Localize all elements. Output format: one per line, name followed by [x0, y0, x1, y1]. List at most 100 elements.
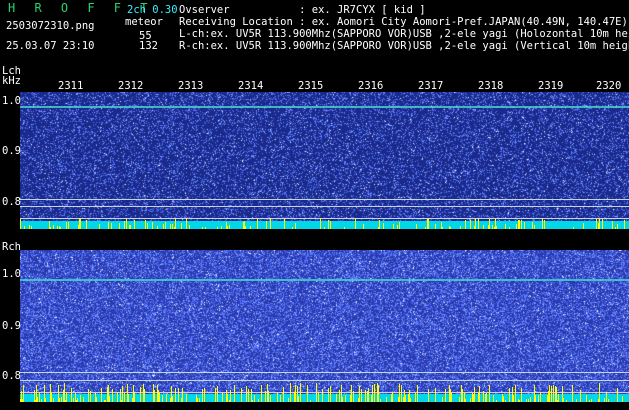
meteor-bar — [268, 391, 269, 402]
meteor-bar — [217, 396, 218, 402]
meteor-bar — [583, 223, 584, 229]
meteor-bar — [147, 223, 148, 229]
meteor-bar — [416, 224, 417, 229]
meteor-bar — [576, 399, 577, 402]
meteor-bar — [222, 393, 223, 402]
meteor-bar — [221, 226, 222, 229]
meteor-bar — [49, 221, 50, 229]
meteor-bar — [435, 224, 436, 229]
meteor-bar — [68, 222, 69, 229]
meteor-bar — [516, 224, 517, 229]
meteor-bar — [172, 396, 173, 402]
meteor-bar — [548, 391, 549, 402]
y-tick: 0.9 — [2, 320, 21, 332]
meteor-bar — [140, 396, 141, 402]
meteor-bar — [45, 398, 46, 402]
meteor-bar — [598, 223, 599, 229]
x-tick: 2312 — [118, 80, 144, 92]
meteor-bar — [117, 392, 118, 402]
meteor-bar — [328, 388, 329, 402]
meteor-bar — [310, 400, 311, 402]
meteor-bar — [266, 221, 267, 229]
meteor-bar — [170, 398, 171, 402]
meteor-bar — [549, 385, 550, 402]
meteor-bar — [505, 400, 506, 402]
meteor-bar — [624, 220, 625, 229]
meteor-bar — [617, 388, 618, 402]
y-tick: 0.8 — [2, 370, 21, 382]
meteor-bar — [489, 219, 490, 229]
meteor-bar — [227, 394, 228, 402]
meteor-bar — [128, 394, 129, 402]
meteor-bar — [23, 385, 24, 402]
rch-label: Rch — [2, 241, 21, 253]
meteor-bar — [261, 385, 262, 402]
meteor-bar — [538, 395, 539, 402]
meteor-bar — [405, 395, 406, 402]
meteor-bar — [336, 394, 337, 402]
meteor-bar — [377, 388, 378, 402]
meteor-bar — [596, 219, 597, 229]
meteor-bar — [428, 218, 429, 229]
meteor-bar — [363, 224, 364, 229]
meteor-bar — [165, 222, 166, 229]
meteor-bar — [307, 385, 308, 402]
meteor-bar — [37, 397, 38, 402]
meteor-bar — [186, 225, 187, 229]
meteor-bar — [606, 392, 607, 402]
meteor-bar — [435, 395, 436, 402]
meteor-bar — [465, 399, 466, 402]
meteor-bar — [345, 395, 346, 402]
meteor-bar — [542, 218, 543, 229]
meteor-bar — [378, 385, 379, 402]
meteor-bar — [604, 400, 605, 402]
meteor-bar — [175, 388, 176, 402]
meteor-bar — [451, 393, 452, 402]
meteor-bar — [109, 396, 110, 402]
meteor-bar — [24, 226, 25, 229]
meteor-bar — [124, 393, 125, 402]
meteor-bar — [295, 223, 296, 229]
meteor-bar — [175, 218, 176, 229]
meteor-bar — [562, 386, 563, 402]
meteor-bar — [403, 397, 404, 402]
meteor-bar — [519, 220, 520, 229]
meteor-bar — [509, 227, 510, 229]
meteor-bar — [518, 220, 519, 229]
meteor-bar — [108, 222, 109, 229]
meteor-bar — [479, 386, 480, 402]
meteor-bar — [351, 385, 352, 402]
x-tick: 2316 — [358, 80, 384, 92]
meteor-bar — [288, 398, 289, 402]
meteor-bar — [265, 391, 266, 402]
meteor-bar — [64, 383, 65, 402]
meteor-bar — [449, 226, 450, 229]
meteor-bar — [119, 224, 120, 229]
meteor-bar — [365, 390, 366, 402]
lch-unit: kHz — [2, 75, 21, 87]
meteor-bar — [553, 385, 554, 402]
meteor-bar — [182, 388, 183, 402]
meteor-bar — [217, 227, 218, 229]
meteor-bar — [80, 222, 81, 229]
meteor-bar — [617, 224, 618, 229]
meteor-bar — [342, 397, 343, 402]
meteor-bar — [34, 390, 35, 402]
meteor-bar — [462, 397, 463, 402]
meteor-bar — [252, 400, 253, 402]
meteor-bar — [608, 399, 609, 402]
y-tick: 0.8 — [2, 196, 21, 208]
meteor-bar — [186, 394, 187, 402]
meteor-bar — [229, 225, 230, 229]
location-line: Receiving Location : ex. Aomori City Aom… — [179, 16, 628, 28]
x-tick: 2311 — [58, 80, 84, 92]
meteor-bar — [101, 388, 102, 402]
meteor-bar — [470, 220, 471, 229]
meteor-bar — [267, 384, 268, 402]
meteor-bar — [283, 387, 284, 402]
meteor-bar — [290, 383, 291, 402]
meteor-bar — [244, 221, 245, 229]
meteor-bar — [59, 398, 60, 402]
meteor-bar — [112, 389, 113, 402]
meteor-bar — [105, 400, 106, 402]
